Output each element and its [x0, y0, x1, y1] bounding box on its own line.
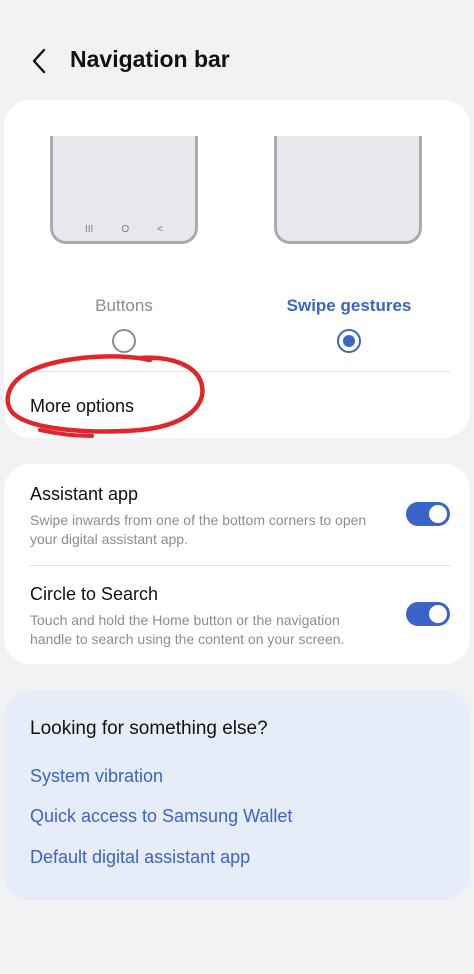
samsung-wallet-link[interactable]: Quick access to Samsung Wallet [30, 806, 292, 827]
buttons-label: Buttons [95, 296, 153, 315]
more-options-item[interactable]: More options [30, 396, 134, 417]
divider [30, 565, 450, 566]
nav-keys: III O < [53, 224, 195, 235]
suggestions-card: Looking for something else? System vibra… [4, 690, 470, 900]
suggestions-title: Looking for something else? [30, 718, 268, 739]
swipe-gestures-label: Swipe gestures [286, 296, 412, 315]
circle-to-search-toggle[interactable] [406, 602, 450, 626]
assistant-app-description: Swipe inwards from one of the bottom cor… [30, 512, 367, 547]
assistant-app-title: Assistant app [30, 484, 139, 504]
home-key-icon: O [121, 224, 130, 235]
page-title: Navigation bar [70, 46, 230, 72]
circle-to-search-title: Circle to Search [30, 584, 159, 604]
buttons-radio[interactable] [112, 329, 136, 353]
gesture-settings-card: Assistant app Swipe inwards from one of … [4, 464, 470, 664]
recents-key-icon: III [85, 224, 94, 235]
app-header: Navigation bar [0, 0, 474, 100]
circle-to-search-description: Touch and hold the Home button or the na… [30, 612, 345, 647]
divider [30, 371, 450, 372]
system-vibration-link[interactable]: System vibration [30, 766, 163, 787]
chevron-left-icon [32, 48, 46, 74]
assistant-app-row[interactable]: Assistant app Swipe inwards from one of … [30, 484, 450, 564]
assistant-app-toggle[interactable] [406, 502, 450, 526]
buttons-preview[interactable]: III O < [50, 136, 198, 244]
digital-assistant-link[interactable]: Default digital assistant app [30, 847, 250, 868]
navigation-type-card: III O < Buttons Swipe gestures More opti… [4, 100, 470, 438]
swipe-gestures-preview[interactable] [274, 136, 422, 244]
back-button[interactable] [22, 44, 56, 78]
circle-to-search-row[interactable]: Circle to Search Touch and hold the Home… [30, 584, 450, 664]
back-key-icon: < [157, 224, 163, 235]
swipe-gestures-radio[interactable] [337, 329, 361, 353]
